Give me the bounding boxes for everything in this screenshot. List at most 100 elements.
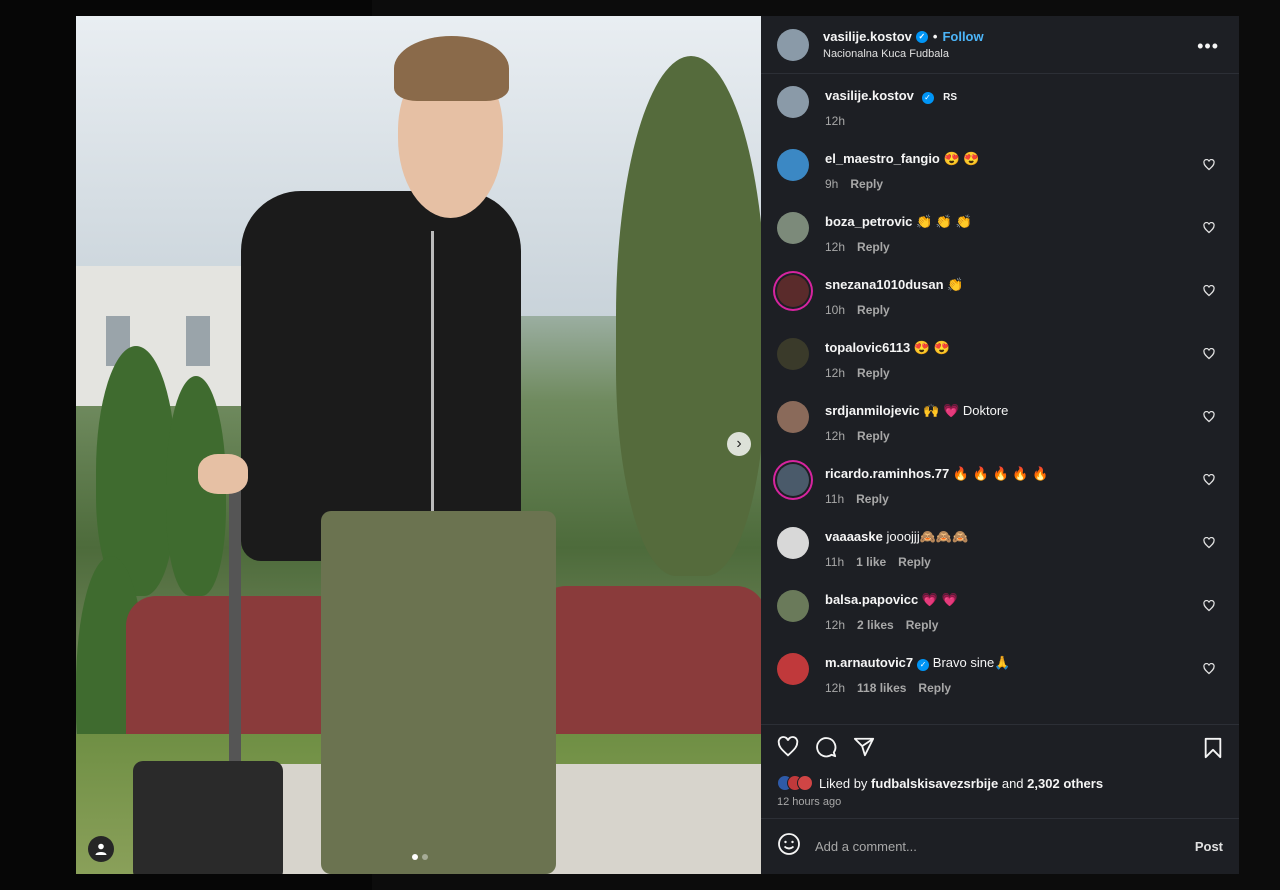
liked-by-user[interactable]: fudbalskisavezsrbije [871,776,998,791]
reply-button[interactable]: Reply [857,240,890,254]
reply-button[interactable]: Reply [857,366,890,380]
post-side-panel: vasilije.kostov ✓ • Follow Nacionalna Ku… [761,16,1239,874]
comment-like-button[interactable] [1203,158,1215,174]
comment-time: 11h [825,492,845,506]
save-button[interactable] [1203,737,1223,763]
comment-item: srdjanmilojevic 🙌 💗 Doktore 12h Reply [777,401,1223,464]
heart-icon [1203,158,1215,171]
comment-button[interactable] [815,736,837,762]
caption-time: 12h [825,113,846,128]
post-comment-button[interactable]: Post [1195,839,1223,854]
comment-icon [816,736,837,757]
like-button[interactable] [777,735,799,762]
heart-icon [1203,473,1215,486]
comment-item: m.arnautovic7 ✓ Bravo sine🙏 12h 118 likes… [777,653,1223,716]
comment-time: 10h [825,303,846,317]
commenter-username[interactable]: snezana1010dusan [825,277,944,292]
comment-like-button[interactable] [1203,536,1215,552]
chevron-right-icon: › [736,435,742,452]
comment-likes[interactable]: 1 like [856,555,886,569]
comment-text: 😍 😍 [943,151,980,166]
author-username[interactable]: vasilije.kostov [823,29,912,44]
commenter-avatar[interactable] [777,401,809,433]
reply-button[interactable]: Reply [857,429,890,443]
user-icon [95,843,107,855]
author-avatar[interactable] [777,86,809,118]
follow-button[interactable]: Follow [942,29,983,44]
commenter-username[interactable]: srdjanmilojevic [825,403,920,418]
commenter-username[interactable]: el_maestro_fangio [825,151,940,166]
commenter-username[interactable]: boza_petrovic [825,214,912,229]
commenter-avatar[interactable] [777,653,809,685]
heart-icon [1203,347,1215,360]
author-avatar[interactable] [777,28,809,61]
next-photo-button[interactable]: › [727,432,751,456]
more-options-icon[interactable]: ••• [1197,36,1219,57]
liked-by-others[interactable]: 2,302 others [1027,776,1103,791]
commenter-username[interactable]: m.arnautovic7 [825,655,913,670]
reply-button[interactable]: Reply [857,303,890,317]
commenter-avatar[interactable] [777,275,809,307]
comment-time: 12h [825,240,846,254]
caption: vasilije.kostov ✓ RS 12h [777,86,1223,149]
commenter-avatar[interactable] [777,590,809,622]
post-location[interactable]: Nacionalna Kuca Fudbala [823,48,984,60]
verified-badge-icon: ✓ [915,30,928,43]
comment-like-button[interactable] [1203,221,1215,237]
comments-list: vasilije.kostov ✓ RS 12h el_maestro_fang… [761,74,1239,724]
comment-text: Bravo sine🙏 [932,655,1011,670]
commenter-avatar[interactable] [777,149,809,181]
heart-icon [1203,410,1215,423]
comment-item: topalovic6113 😍 😍 12h Reply [777,338,1223,401]
comment-text: 💗 💗 [921,592,958,607]
comment-like-button[interactable] [1203,599,1215,615]
comment-input[interactable] [815,839,1155,854]
reply-button[interactable]: Reply [918,681,951,695]
comment-like-button[interactable] [1203,284,1215,300]
reply-button[interactable]: Reply [898,555,931,569]
reply-button[interactable]: Reply [856,492,889,506]
caption-text: RS [943,92,958,103]
commenter-avatar[interactable] [777,212,809,244]
comment-text: 😍 😍 [913,340,950,355]
commenter-username[interactable]: topalovic6113 [825,340,910,355]
emoji-button[interactable] [777,832,801,862]
reply-button[interactable]: Reply [906,618,939,632]
commenter-username[interactable]: vaaaaske [825,529,883,544]
comment-likes[interactable]: 2 likes [857,618,894,632]
liked-by-and: and [1001,775,1024,791]
post-timestamp[interactable]: 12 hours ago [761,796,1239,818]
add-comment-bar: Post [761,818,1239,874]
comment-time: 12h [825,429,846,443]
comment-item: snezana1010dusan 👏 10h Reply [777,275,1223,338]
person-hair [394,36,509,101]
liker-avatar [797,775,813,791]
commenter-username[interactable]: ricardo.raminhos.77 [825,466,949,481]
action-bar [761,724,1239,772]
caption-username[interactable]: vasilije.kostov [825,88,914,103]
verified-badge-icon: ✓ [917,658,930,671]
bookmark-icon [1204,737,1222,759]
tagged-users-button[interactable] [88,836,114,862]
post-header: vasilije.kostov ✓ • Follow Nacionalna Ku… [761,16,1239,74]
commenter-avatar[interactable] [777,464,809,496]
comment-like-button[interactable] [1203,410,1215,426]
comment-time: 12h [825,366,846,380]
comment-item: el_maestro_fangio 😍 😍 9h Reply [777,149,1223,212]
commenter-avatar[interactable] [777,527,809,559]
photo-person [76,16,761,874]
comment-time: 9h [825,177,839,191]
comment-like-button[interactable] [1203,662,1215,678]
comment-like-button[interactable] [1203,347,1215,363]
person-jacket [241,191,521,561]
comment-like-button[interactable] [1203,473,1215,489]
share-button[interactable] [853,736,875,762]
reply-button[interactable]: Reply [850,177,883,191]
carousel-dots [412,854,428,860]
comment-text: jooojjj🙈🙈🙈 [886,529,969,544]
commenter-avatar[interactable] [777,338,809,370]
comment-likes[interactable]: 118 likes [857,681,906,695]
commenter-username[interactable]: balsa.papovicc [825,592,918,607]
person-zip [431,231,434,551]
comment-time: 12h [825,681,846,695]
